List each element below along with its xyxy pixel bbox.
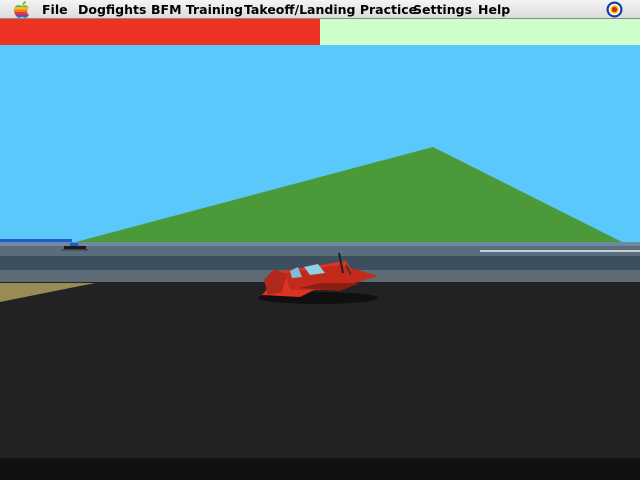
bottom-shadow <box>0 458 640 480</box>
damage-bar-fill <box>0 19 320 45</box>
game-viewport[interactable] <box>0 45 640 480</box>
raf-roundel-icon[interactable] <box>606 1 623 18</box>
menu-dogfights[interactable]: Dogfights <box>78 2 146 17</box>
damage-bar <box>0 19 640 45</box>
menu-file[interactable]: File <box>42 2 68 17</box>
menu-bar: File Dogfights BFM Training Takeoff/Land… <box>0 0 640 19</box>
apple-logo-icon[interactable] <box>13 1 31 18</box>
menu-bfm-training[interactable]: BFM Training <box>151 2 243 17</box>
menu-takeoff-landing-practice[interactable]: Takeoff/Landing Practice <box>244 2 417 17</box>
tarmac <box>0 282 640 458</box>
menu-settings[interactable]: Settings <box>413 2 472 17</box>
horizon-strip <box>0 242 640 246</box>
menu-help[interactable]: Help <box>478 2 510 17</box>
